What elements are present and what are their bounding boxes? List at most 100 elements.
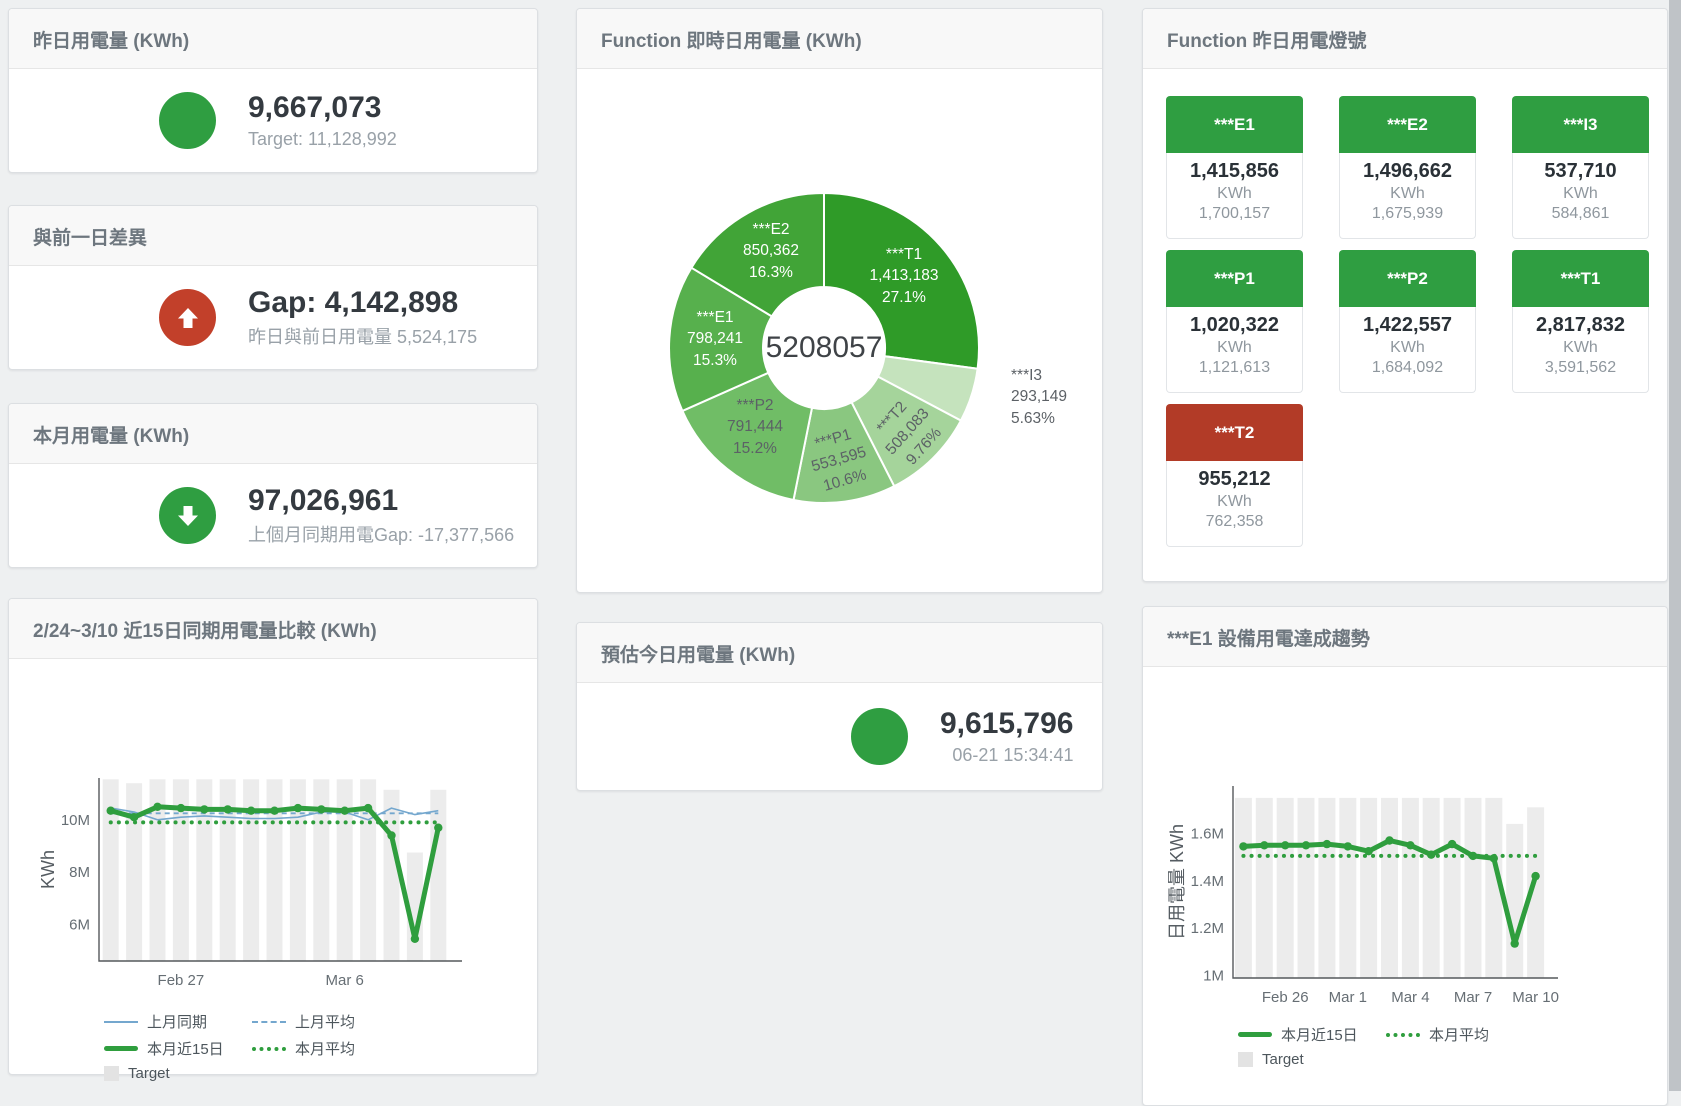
- target-bar: [1298, 798, 1315, 978]
- tile-body: 1,020,322KWh1,121,613: [1166, 307, 1303, 393]
- data-point: [1406, 841, 1414, 849]
- card-gap-previous-day: 與前一日差異 Gap: 4,142,898 昨日與前日用電量 5,524,175: [8, 205, 538, 370]
- data-point: [247, 807, 255, 815]
- card-today-estimate: 預估今日用電量 (KWh) 9,615,796 06-21 15:34:41: [576, 622, 1103, 791]
- legend-item[interactable]: Target: [1238, 1051, 1358, 1068]
- tile-body: 1,415,856 KWh 1,700,157: [1166, 153, 1303, 239]
- light-tile-E2[interactable]: ***E21,496,662KWh1,675,939: [1339, 96, 1476, 239]
- tile-label: ***P2: [1339, 250, 1476, 307]
- card-title: ***E1 設備用電達成趨勢: [1143, 607, 1667, 667]
- tile-target-value: 1,700,157: [1167, 205, 1302, 223]
- e1-trend-line-chart[interactable]: 1M1.2M1.4M1.6MFeb 26Mar 1Mar 4Mar 7Mar 1…: [1143, 667, 1669, 1022]
- tile-unit: KWh: [1340, 339, 1475, 357]
- data-point: [411, 935, 419, 943]
- tile-body: 1,422,557 KWh 1,684,092: [1339, 307, 1476, 393]
- tile-target-value: 584,861: [1513, 205, 1648, 223]
- light-tile-E1[interactable]: ***E11,415,856KWh1,700,157: [1166, 96, 1303, 239]
- tile-unit: KWh: [1513, 339, 1648, 357]
- data-point: [1281, 841, 1289, 849]
- legend-item[interactable]: 上月平均: [252, 1011, 372, 1032]
- legend-swatch-icon: [1386, 1033, 1420, 1037]
- tile-label: ***I3: [1512, 96, 1649, 153]
- y-tick-label: 1.4M: [1191, 873, 1224, 890]
- tile-value: 1,422,557: [1340, 314, 1475, 337]
- gap-subtitle: 昨日與前日用電量 5,524,175: [248, 323, 477, 349]
- x-tick-label: Mar 6: [326, 972, 364, 989]
- tile-target-value: 1,684,092: [1340, 359, 1475, 377]
- up-arrow-icon: [159, 289, 216, 346]
- status-circle-icon: [851, 708, 908, 765]
- light-tile-I3[interactable]: ***I3 537,710 KWh 584,861: [1512, 96, 1649, 239]
- month-usage-gap: 上個月同期用電Gap: -17,377,566: [248, 521, 514, 547]
- data-point: [1344, 842, 1352, 850]
- legend-item[interactable]: Target: [104, 1065, 224, 1082]
- tile-unit: KWh: [1167, 185, 1302, 203]
- tile-body: 955,212KWh762,358: [1166, 461, 1303, 547]
- tile-value: 1,496,662: [1340, 160, 1475, 183]
- data-point: [107, 807, 115, 815]
- down-arrow-icon: [159, 487, 216, 544]
- donut-center-total: 5208057: [766, 331, 883, 365]
- x-tick-label: Feb 26: [1262, 989, 1309, 1006]
- yesterday-usage-value: 9,667,073: [248, 91, 397, 126]
- target-bar: [1381, 798, 1398, 978]
- data-point: [1385, 836, 1393, 844]
- target-bar: [1318, 798, 1335, 978]
- card-title: 2/24~3/10 近15日同期用電量比較 (KWh): [9, 599, 537, 659]
- light-tile-T2[interactable]: ***T2955,212KWh762,358: [1166, 404, 1303, 547]
- tile-value: 1,020,322: [1167, 314, 1302, 337]
- legend-item[interactable]: 上月同期: [104, 1011, 224, 1032]
- legend-item[interactable]: 本月平均: [252, 1038, 372, 1059]
- data-point: [153, 803, 161, 811]
- data-point: [1511, 939, 1519, 947]
- tile-label: ***T1: [1512, 250, 1649, 307]
- card-title: 本月用電量 (KWh): [9, 404, 537, 464]
- compare15-legend: 上月同期 上月平均本月近15日 本月平均 Target: [104, 1011, 537, 1082]
- y-axis-label: 日用電量 KWh: [1167, 824, 1187, 940]
- x-tick-label: Mar 7: [1454, 989, 1492, 1006]
- legend-swatch-icon: [252, 1021, 286, 1023]
- data-point: [317, 805, 325, 813]
- card-title: 預估今日用電量 (KWh): [577, 623, 1102, 683]
- y-tick-label: 1.6M: [1191, 825, 1224, 842]
- compare15-line-chart[interactable]: 6M8M10MFeb 27Mar 6KWh: [24, 659, 524, 1009]
- legend-label: Target: [1262, 1051, 1304, 1068]
- data-point: [224, 805, 232, 813]
- legend-label: 本月近15日: [1281, 1024, 1358, 1045]
- legend-item[interactable]: 本月平均: [1386, 1024, 1506, 1045]
- target-bar: [1235, 798, 1252, 978]
- light-tile-P1[interactable]: ***P11,020,322KWh1,121,613: [1166, 250, 1303, 393]
- data-point: [1260, 841, 1268, 849]
- data-point: [1323, 840, 1331, 848]
- legend-item[interactable]: 本月近15日: [1238, 1024, 1358, 1045]
- legend-swatch-icon: [104, 1046, 138, 1051]
- tile-body: 537,710 KWh 584,861: [1512, 153, 1649, 239]
- data-point: [270, 807, 278, 815]
- light-tile-P2[interactable]: ***P2 1,422,557 KWh 1,684,092: [1339, 250, 1476, 393]
- target-bar: [1256, 798, 1273, 978]
- yesterday-usage-target: Target: 11,128,992: [248, 129, 397, 150]
- legend-label: 上月平均: [295, 1011, 355, 1032]
- tile-target-value: 762,358: [1167, 513, 1302, 531]
- light-tile-T1[interactable]: ***T12,817,832KWh3,591,562: [1512, 250, 1649, 393]
- x-tick-label: Mar 4: [1391, 989, 1429, 1006]
- target-bar: [1465, 798, 1482, 978]
- tile-value: 1,415,856: [1167, 160, 1302, 183]
- tile-value: 2,817,832: [1513, 314, 1648, 337]
- x-tick-label: Mar 1: [1329, 989, 1367, 1006]
- data-point: [1239, 842, 1247, 850]
- card-e1-trend: ***E1 設備用電達成趨勢 1M1.2M1.4M1.6MFeb 26Mar 1…: [1142, 606, 1668, 1106]
- today-estimate-value: 9,615,796: [940, 707, 1073, 742]
- page-scrollbar[interactable]: [1669, 0, 1681, 1091]
- card-compare15-chart: 2/24~3/10 近15日同期用電量比較 (KWh) 6M8M10MFeb 2…: [8, 598, 538, 1075]
- legend-item[interactable]: 本月近15日: [104, 1038, 224, 1059]
- tile-body: 1,496,662KWh1,675,939: [1339, 153, 1476, 239]
- legend-swatch-icon: [1238, 1032, 1272, 1037]
- tile-unit: KWh: [1513, 185, 1648, 203]
- data-point: [387, 831, 395, 839]
- tile-unit: KWh: [1340, 185, 1475, 203]
- tile-label: ***E2: [1339, 96, 1476, 153]
- legend-swatch-icon: [104, 1066, 119, 1081]
- tile-value: 537,710: [1513, 160, 1648, 183]
- legend-label: 本月近15日: [147, 1038, 224, 1059]
